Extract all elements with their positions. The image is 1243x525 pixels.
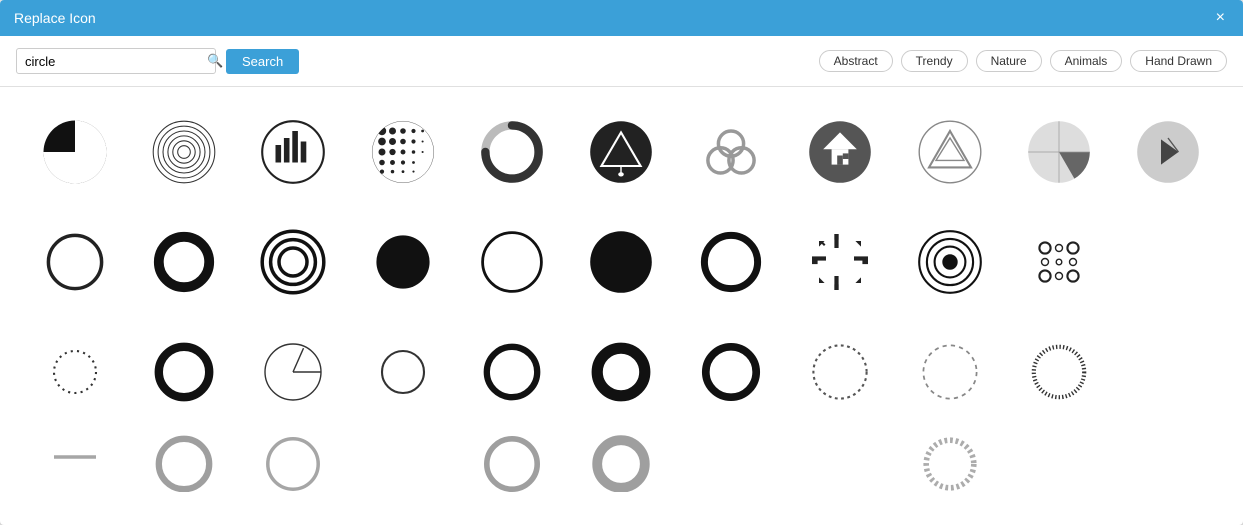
icon-sketchy-ring[interactable] [1004, 317, 1113, 427]
icon-r4-9[interactable] [895, 427, 1004, 487]
icon-arc-circle[interactable] [457, 97, 566, 207]
icon-pie-slice-circle[interactable] [239, 317, 348, 427]
icon-solid-disc[interactable] [348, 207, 457, 317]
icon-dashed-ring[interactable] [895, 317, 1004, 427]
tag-animals[interactable]: Animals [1050, 50, 1123, 72]
icon-r4-1[interactable] [20, 427, 129, 487]
search-box: 🔍 [16, 48, 216, 74]
icon-heavy-ring[interactable] [567, 317, 676, 427]
icon-solid-circle[interactable] [567, 207, 676, 317]
icon-r4-7[interactable] [676, 427, 785, 487]
icon-house-in-circle[interactable] [786, 97, 895, 207]
icon-medium-bold-ring[interactable] [129, 317, 238, 427]
icon-small-outline-circle[interactable] [348, 317, 457, 427]
icon-target-crosshair[interactable] [786, 207, 895, 317]
icon-nav-arrow-circle[interactable] [1114, 97, 1223, 207]
icon-trefoil-knot[interactable] [676, 97, 785, 207]
icon-bullseye[interactable] [895, 207, 1004, 317]
icon-r4-2[interactable] [129, 427, 238, 487]
icon-dotted-ring[interactable] [786, 317, 895, 427]
icons-grid [0, 87, 1243, 497]
tag-hand-drawn[interactable]: Hand Drawn [1130, 50, 1227, 72]
icon-r4-11[interactable] [1114, 427, 1223, 487]
icon-sector-circle[interactable] [1004, 97, 1113, 207]
icon-triple-ring[interactable] [239, 207, 348, 317]
tag-group: Abstract Trendy Nature Animals Hand Draw… [819, 50, 1227, 72]
search-icon: 🔍 [207, 53, 223, 69]
search-button[interactable]: Search [226, 49, 299, 74]
icon-thin-ring[interactable] [20, 207, 129, 317]
icon-r4-8[interactable] [786, 427, 895, 487]
tag-trendy[interactable]: Trendy [901, 50, 968, 72]
icon-bar-chart-circle[interactable] [239, 97, 348, 207]
icon-pie-segments[interactable] [20, 97, 129, 207]
icon-outline-circle[interactable] [457, 207, 566, 317]
icon-empty2[interactable] [1114, 317, 1223, 427]
tag-nature[interactable]: Nature [976, 50, 1042, 72]
dialog-header: Replace Icon × [0, 0, 1243, 36]
icon-empty[interactable] [1114, 207, 1223, 317]
icon-r4-4[interactable] [348, 427, 457, 487]
close-button[interactable]: × [1212, 8, 1229, 28]
icon-r4-3[interactable] [239, 427, 348, 487]
icon-concentric-lines[interactable] [129, 97, 238, 207]
icon-medium-ring[interactable] [457, 317, 566, 427]
toolbar: 🔍 Search Abstract Trendy Nature Animals … [0, 36, 1243, 87]
tag-abstract[interactable]: Abstract [819, 50, 893, 72]
icon-triangle-outline-circle[interactable] [895, 97, 1004, 207]
search-input[interactable] [25, 54, 201, 69]
dialog-title: Replace Icon [14, 10, 96, 26]
icon-bold-thin-outline[interactable] [676, 317, 785, 427]
icon-dots-grid[interactable] [1004, 207, 1113, 317]
icon-dotted-small-circle[interactable] [20, 317, 129, 427]
icon-r4-5[interactable] [457, 427, 566, 487]
replace-icon-dialog: Replace Icon × 🔍 Search Abstract Trendy … [0, 0, 1243, 525]
icon-bold-outline-circle[interactable] [676, 207, 785, 317]
icon-r4-6[interactable] [567, 427, 676, 487]
icon-r4-10[interactable] [1004, 427, 1113, 487]
icon-bold-ring[interactable] [129, 207, 238, 317]
icon-triangle-in-circle[interactable] [567, 97, 676, 207]
icons-panel [0, 87, 1243, 525]
icon-halftone-dots[interactable] [348, 97, 457, 207]
